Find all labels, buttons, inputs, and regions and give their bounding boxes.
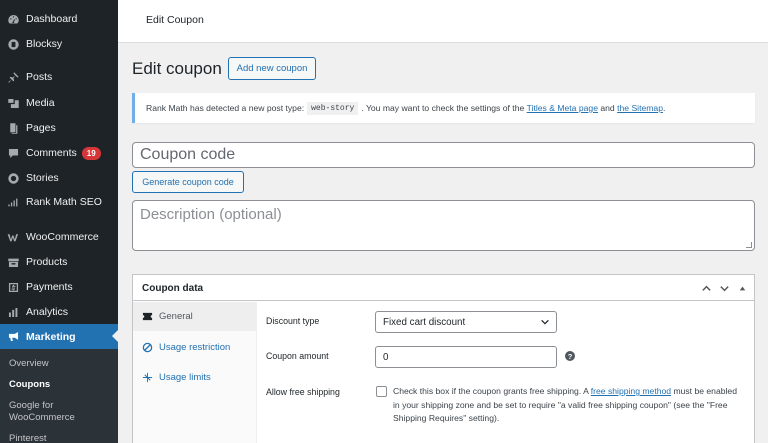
add-new-coupon-button[interactable]: Add new coupon bbox=[228, 57, 316, 80]
notice-text: and bbox=[600, 103, 615, 113]
free-shipping-label: Allow free shipping bbox=[266, 387, 340, 397]
sidebar-item-label: Media bbox=[26, 97, 55, 109]
marketing-submenu: Overview Coupons Google for WooCommerce … bbox=[0, 349, 118, 443]
free-shipping-checkbox[interactable] bbox=[376, 386, 387, 397]
page-title: Edit coupon bbox=[132, 59, 222, 78]
sidebar-item-blocksy[interactable]: Blocksy bbox=[0, 32, 118, 56]
sidebar-item-stories[interactable]: Stories bbox=[0, 166, 118, 190]
blocksy-icon bbox=[6, 37, 20, 51]
comments-count-badge: 19 bbox=[81, 146, 101, 160]
stories-icon bbox=[6, 171, 20, 185]
help-icon[interactable]: ? bbox=[565, 351, 575, 361]
coupon-code-placeholder: Coupon code bbox=[140, 146, 236, 163]
coupon-amount-value: 0 bbox=[383, 351, 389, 363]
description-placeholder: Description (optional) bbox=[140, 206, 282, 223]
free-shipping-description: Check this box if the coupon grants free… bbox=[393, 385, 745, 426]
sidebar-item-woocommerce[interactable]: WooCommerce bbox=[0, 225, 118, 249]
admin-sidebar: Dashboard Blocksy Posts Media Pages Comm… bbox=[0, 0, 118, 443]
notice-text: Rank Math has detected a new post type: bbox=[146, 103, 305, 113]
free-shipping-method-link[interactable]: free shipping method bbox=[591, 386, 671, 396]
archive-icon bbox=[6, 255, 20, 269]
active-menu-arrow bbox=[112, 330, 118, 342]
sidebar-item-label: Posts bbox=[26, 71, 53, 83]
resize-handle-icon[interactable] bbox=[746, 242, 752, 248]
move-up-icon[interactable] bbox=[699, 281, 713, 295]
sidebar-item-dashboard[interactable]: Dashboard bbox=[0, 7, 118, 31]
sidebar-item-label: Rank Math SEO bbox=[26, 196, 102, 208]
free-shipping-text: Check this box if the coupon grants free… bbox=[393, 386, 589, 396]
sidebar-item-label: Analytics bbox=[26, 306, 69, 318]
discount-type-select[interactable]: Fixed cart discount bbox=[375, 311, 557, 333]
sidebar-item-label: Stories bbox=[26, 172, 59, 184]
coupon-code-input[interactable]: Coupon code bbox=[132, 142, 755, 168]
sidebar-item-rank-math[interactable]: Rank Math SEO bbox=[0, 190, 118, 214]
dashboard-icon bbox=[6, 12, 20, 26]
comment-icon bbox=[6, 146, 20, 160]
notice-post-type-code: web-story bbox=[307, 101, 359, 115]
sidebar-item-label: WooCommerce bbox=[26, 231, 99, 243]
sidebar-item-label: Dashboard bbox=[26, 13, 78, 25]
sidebar-item-label: Marketing bbox=[26, 330, 76, 343]
sidebar-item-payments[interactable]: Payments bbox=[0, 275, 118, 299]
sidebar-item-label: Payments bbox=[26, 281, 73, 293]
move-down-icon[interactable] bbox=[717, 281, 731, 295]
dollar-icon bbox=[6, 280, 20, 294]
titles-meta-link[interactable]: Titles & Meta page bbox=[527, 103, 598, 113]
tab-general[interactable]: General bbox=[133, 302, 257, 331]
sidebar-item-label: Comments bbox=[26, 147, 77, 159]
sitemap-link[interactable]: the Sitemap bbox=[617, 103, 663, 113]
block-icon bbox=[141, 342, 153, 354]
notice-text: . bbox=[662, 103, 666, 113]
sidebar-item-label: Products bbox=[26, 256, 68, 268]
tab-label: Usage limits bbox=[159, 372, 211, 383]
coupon-amount-label: Coupon amount bbox=[266, 351, 329, 361]
limits-icon bbox=[141, 372, 153, 384]
top-header: Edit Coupon bbox=[118, 0, 768, 43]
collapse-toggle-icon[interactable] bbox=[735, 281, 749, 295]
sidebar-item-label: Blocksy bbox=[26, 38, 63, 50]
sidebar-item-posts[interactable]: Posts bbox=[0, 65, 118, 89]
sidebar-item-comments[interactable]: Comments 19 bbox=[0, 141, 118, 165]
notice-text: . You may want to check the settings of … bbox=[361, 103, 525, 113]
ticket-icon bbox=[141, 311, 153, 323]
sidebar-item-analytics[interactable]: Analytics bbox=[0, 300, 118, 324]
megaphone-icon bbox=[6, 330, 20, 344]
bar-chart-icon bbox=[6, 305, 20, 319]
coupon-data-header: Coupon data bbox=[133, 275, 754, 301]
sidebar-item-marketing[interactable]: Marketing bbox=[0, 324, 118, 349]
coupon-amount-input[interactable]: 0 bbox=[375, 346, 557, 368]
generate-coupon-code-button[interactable]: Generate coupon code bbox=[132, 171, 244, 193]
description-textarea[interactable]: Description (optional) bbox=[132, 200, 755, 251]
sidebar-item-pages[interactable]: Pages bbox=[0, 116, 118, 140]
sidebar-item-label: Pages bbox=[26, 122, 56, 134]
rank-math-notice: Rank Math has detected a new post type: … bbox=[132, 93, 755, 123]
discount-type-label: Discount type bbox=[266, 316, 320, 326]
sidebar-item-media[interactable]: Media bbox=[0, 91, 118, 115]
sidebar-item-products[interactable]: Products bbox=[0, 250, 118, 274]
coupon-data-tabs: General Usage restriction Usage limits bbox=[133, 302, 257, 443]
chart-icon bbox=[6, 195, 20, 209]
header-title: Edit Coupon bbox=[146, 14, 204, 26]
submenu-item-coupons[interactable]: Coupons bbox=[9, 379, 109, 391]
chevron-down-icon bbox=[541, 319, 549, 325]
tab-label: Usage restriction bbox=[159, 342, 231, 353]
pin-icon bbox=[6, 70, 20, 84]
coupon-data-title: Coupon data bbox=[142, 283, 204, 294]
discount-type-value: Fixed cart discount bbox=[383, 316, 466, 328]
submenu-item-google-for-woocommerce[interactable]: Google for WooCommerce bbox=[9, 400, 109, 424]
tab-usage-restriction[interactable]: Usage restriction bbox=[133, 333, 257, 362]
submenu-item-pinterest[interactable]: Pinterest bbox=[9, 433, 109, 443]
pages-icon bbox=[6, 121, 20, 135]
tab-label: General bbox=[159, 311, 193, 322]
woocommerce-icon bbox=[6, 230, 20, 244]
media-icon bbox=[6, 96, 20, 110]
submenu-item-overview[interactable]: Overview bbox=[9, 358, 109, 370]
tab-usage-limits[interactable]: Usage limits bbox=[133, 363, 257, 392]
